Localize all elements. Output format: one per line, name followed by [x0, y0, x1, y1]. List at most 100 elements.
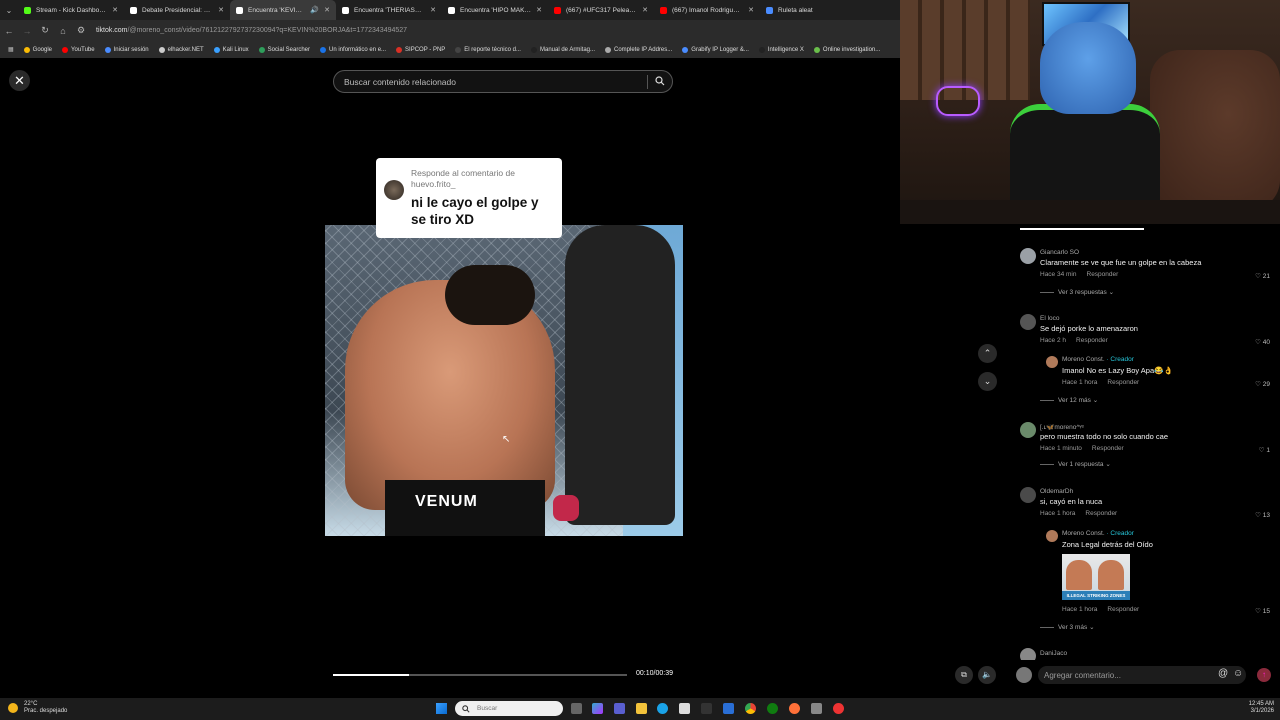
like-count[interactable]: ♡ 1 — [1259, 446, 1270, 454]
tab-menu-icon[interactable]: ⌄ — [0, 6, 18, 15]
tab-4[interactable]: Encuentra 'HIPO MAKANAOK'✕ — [442, 0, 548, 20]
store-icon[interactable] — [679, 703, 690, 714]
previous-video-chevron-up-icon[interactable]: ⌃ — [978, 344, 997, 363]
taskbar-search[interactable] — [455, 701, 563, 716]
avatar[interactable] — [1020, 314, 1036, 330]
tab-7[interactable]: Ruleta aleat — [760, 0, 866, 20]
app-icon[interactable] — [811, 703, 822, 714]
reply-button[interactable]: Responder — [1092, 445, 1124, 452]
bookmark-online-investigation[interactable]: Online investigation... — [813, 46, 880, 53]
search-icon[interactable] — [648, 73, 672, 91]
comment-image[interactable]: ILLEGAL STRIKING ZONES — [1062, 554, 1130, 600]
xbox-icon[interactable] — [767, 703, 778, 714]
avatar[interactable] — [1046, 530, 1058, 542]
like-count[interactable]: ♡ 40 — [1255, 338, 1270, 346]
close-icon[interactable]: ✕ — [9, 70, 30, 91]
emoji-icon[interactable]: ☺ — [1233, 668, 1243, 679]
chrome-icon[interactable] — [745, 703, 756, 714]
task-view-icon[interactable] — [571, 703, 582, 714]
close-tab-icon[interactable]: ✕ — [430, 6, 436, 14]
like-count[interactable]: ♡ 13 — [1255, 511, 1270, 519]
reply-button[interactable]: Responder — [1107, 606, 1139, 613]
teams-icon[interactable] — [614, 703, 625, 714]
reply-button[interactable]: Responder — [1087, 271, 1119, 278]
comment-user[interactable]: OldemarDh — [1040, 488, 1073, 495]
bookmark-kali[interactable]: Kali Linux — [213, 46, 249, 53]
close-tab-icon[interactable]: ✕ — [324, 6, 330, 14]
close-tab-icon[interactable]: ✕ — [748, 6, 754, 14]
mention-icon[interactable]: @ — [1218, 668, 1228, 679]
bookmark-armitage[interactable]: Manual de Armitag... — [530, 46, 595, 53]
bookmark-grabify[interactable]: Grabify IP Logger &... — [682, 46, 749, 53]
comment-input[interactable] — [1038, 666, 1246, 684]
avatar[interactable] — [1020, 248, 1036, 264]
bookmark-elhacker[interactable]: elhacker.NET — [158, 46, 204, 53]
view-more-button[interactable]: Ver 12 más ⌄ — [1040, 396, 1098, 404]
comment-user[interactable]: [.ʟ🦋moreno^ᵞᵉ — [1040, 423, 1084, 431]
close-tab-icon[interactable]: ✕ — [112, 6, 118, 14]
volume-icon[interactable]: 🔈 — [978, 666, 996, 684]
tab-2-active[interactable]: Encuentra 'KEVIN BORJA' e🔊✕ — [230, 0, 336, 20]
bookmark-intelligence-x[interactable]: Intelligence X — [758, 46, 804, 53]
reply-button[interactable]: Responder — [1085, 510, 1117, 517]
close-tab-icon[interactable]: ✕ — [218, 6, 224, 14]
bookmark-youtube[interactable]: YouTube — [62, 46, 95, 53]
view-replies-button[interactable]: Ver 1 respuesta ⌄ — [1040, 460, 1111, 468]
comment-user[interactable]: El loco — [1040, 315, 1060, 322]
edge-icon[interactable] — [657, 703, 668, 714]
avatar[interactable] — [1020, 487, 1036, 503]
reply-button[interactable]: Responder — [1107, 379, 1139, 386]
bookmark-google[interactable]: Google — [23, 46, 52, 53]
tab-5[interactable]: (667) #UFC317 Pelea Gratis: Top✕ — [548, 0, 654, 20]
video-progress-bar[interactable] — [333, 674, 627, 676]
copilot-icon[interactable] — [592, 703, 603, 714]
picture-in-picture-icon[interactable]: ⧉ — [955, 666, 973, 684]
close-tab-icon[interactable]: ✕ — [536, 6, 542, 14]
reload-icon[interactable]: ↻ — [36, 25, 54, 36]
home-icon[interactable]: ⌂ — [54, 26, 72, 36]
taskbar-search-input[interactable] — [475, 704, 559, 713]
app-icon[interactable] — [833, 703, 844, 714]
tab-3[interactable]: Encuentra 'THERIASNS' en TikT✕ — [336, 0, 442, 20]
reply-button[interactable]: Responder — [1076, 337, 1108, 344]
url-field[interactable]: tiktok.com/@moreno_const/video/761212279… — [96, 27, 407, 34]
comment-user[interactable]: Moreno Const. · Creador — [1062, 530, 1134, 537]
app-icon[interactable] — [723, 703, 734, 714]
avatar[interactable] — [1046, 356, 1058, 368]
tab-1[interactable]: Debate Presidencial: Fernando✕ — [124, 0, 230, 20]
like-count[interactable]: ♡ 29 — [1255, 380, 1270, 388]
bookmark-iniciar-sesion[interactable]: Iniciar sesión — [104, 46, 149, 53]
apps-icon[interactable]: ▦ — [8, 46, 14, 53]
view-more-button[interactable]: Ver 3 más ⌄ — [1040, 623, 1095, 631]
related-search-input[interactable] — [342, 75, 647, 88]
tab-6[interactable]: (667) Imanol Rodriguez vs Kevi✕ — [654, 0, 760, 20]
comment-user[interactable]: Moreno Const. · Creador — [1062, 356, 1134, 363]
file-explorer-icon[interactable] — [636, 703, 647, 714]
avatar[interactable] — [1020, 648, 1036, 660]
site-info-icon[interactable]: ⚙ — [72, 25, 90, 36]
video-player[interactable]: VENUM Responde al comentario de huevo.fr… — [325, 113, 683, 673]
avatar[interactable] — [1020, 422, 1036, 438]
comment-text: Claramente se ve que fue un golpe en la … — [1040, 258, 1202, 267]
webcam-overlay — [900, 0, 1280, 224]
send-icon[interactable]: ↑ — [1257, 668, 1271, 682]
view-replies-button[interactable]: Ver 3 respuestas ⌄ — [1040, 288, 1114, 296]
back-icon[interactable]: ← — [0, 26, 18, 36]
like-count[interactable]: ♡ 21 — [1255, 272, 1270, 280]
windows-start-icon[interactable] — [436, 703, 447, 714]
comment-user[interactable]: DaniJaco — [1040, 650, 1067, 657]
comment-user[interactable]: Giancarlo SO — [1040, 249, 1079, 256]
firefox-icon[interactable] — [789, 703, 800, 714]
system-clock[interactable]: 12:45 AM 3/1/2026 — [1249, 701, 1274, 715]
close-tab-icon[interactable]: ✕ — [642, 6, 648, 14]
forward-icon[interactable]: → — [18, 26, 36, 36]
like-count[interactable]: ♡ 15 — [1255, 607, 1270, 615]
tab-0[interactable]: Stream - Kick Dashboard ✕ — [18, 0, 124, 20]
bookmark-ip-address[interactable]: Complete IP Addres... — [605, 46, 672, 53]
bookmark-reporte[interactable]: El reporte técnico d... — [455, 46, 521, 53]
bookmark-sipcop[interactable]: SIPCOP - PNP — [396, 46, 445, 53]
next-video-chevron-down-icon[interactable]: ⌄ — [978, 372, 997, 391]
bookmark-informatico[interactable]: Un informático en e... — [320, 46, 386, 53]
bookmark-social-searcher[interactable]: Social Searcher — [258, 46, 310, 53]
app-icon[interactable] — [701, 703, 712, 714]
